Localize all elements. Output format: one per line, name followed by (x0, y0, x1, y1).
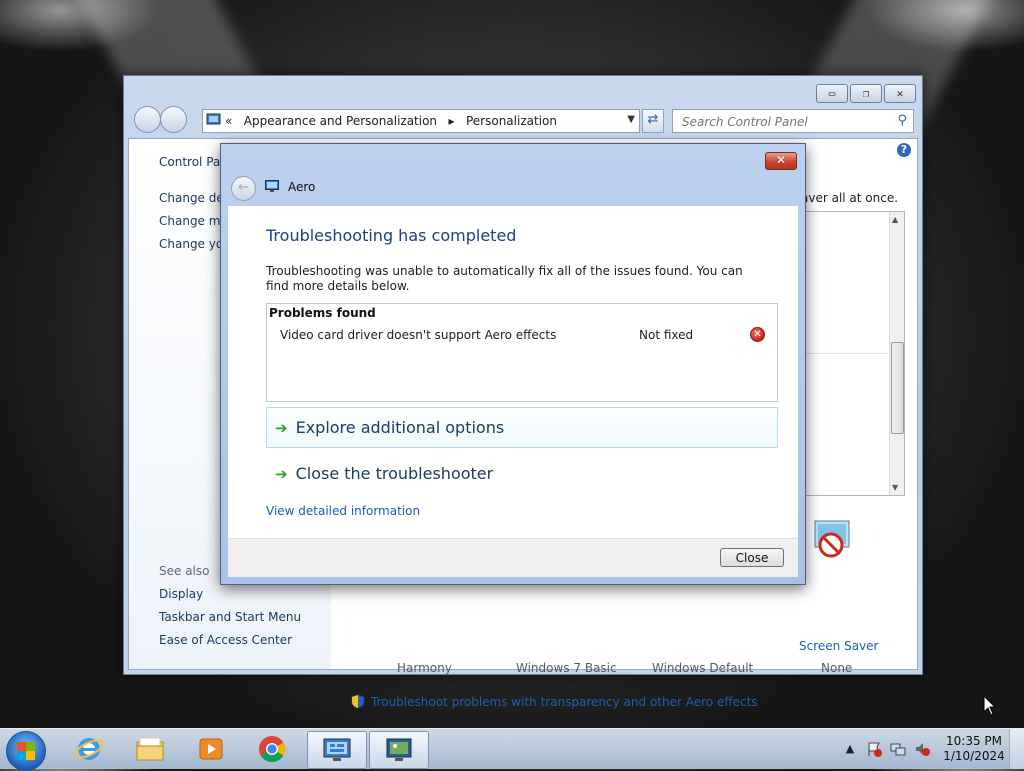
breadcrumb: « Appearance and Personalization ▸ Perso… (225, 114, 557, 128)
chrome-icon (259, 736, 286, 763)
file-explorer-icon (136, 737, 164, 761)
address-dropdown-icon[interactable]: ▼ (627, 114, 635, 125)
view-detailed-information-link[interactable]: View detailed information (266, 504, 420, 518)
taskbar-media-player[interactable] (182, 731, 240, 767)
dialog-close-icon[interactable]: ✕ (765, 152, 797, 170)
dialog-title: Aero (288, 180, 316, 194)
scroll-up-icon[interactable]: ▲ (892, 215, 898, 224)
problem-name: Video card driver doesn't support Aero e… (280, 328, 557, 342)
troubleshooter-icon (265, 180, 279, 192)
network-icon[interactable] (890, 741, 906, 757)
forward-button[interactable] (160, 106, 187, 133)
see-also-header: See also (159, 564, 210, 578)
troubleshoot-aero-label: Troubleshoot problems with transparency … (371, 695, 758, 709)
taskbar-file-explorer[interactable] (121, 731, 179, 767)
clock-time: 10:35 PM (946, 734, 1002, 748)
screen-saver-value: None (821, 661, 853, 675)
scroll-thumb[interactable] (891, 342, 904, 434)
clock[interactable]: 10:35 PM 1/10/2024 (943, 734, 1005, 764)
description-text: aver all at once. (801, 191, 899, 205)
problems-found-header: Problems found (269, 306, 376, 320)
breadcrumb-prefix: « (225, 114, 233, 128)
screen-saver-link[interactable]: Screen Saver (799, 639, 878, 653)
dialog-heading: Troubleshooting has completed (266, 226, 517, 245)
dialog-message: Troubleshooting was unable to automatica… (266, 264, 743, 293)
caption-buttons: ▭ ❐ ✕ (816, 84, 916, 103)
taskbar-internet-explorer[interactable] (60, 731, 118, 767)
back-button[interactable] (134, 106, 161, 133)
start-button[interactable] (6, 731, 46, 771)
taskbar: ▲ 10:35 PM 1/10/2024 (0, 728, 1024, 771)
aero-troubleshooter-dialog: ✕ ← Aero Troubleshooting has completed T… (220, 143, 806, 585)
search-icon[interactable]: ⚲ (897, 113, 907, 128)
maximize-button[interactable]: ❐ (850, 84, 882, 103)
troubleshoot-aero-link[interactable]: Troubleshoot problems with transparency … (351, 694, 758, 709)
control-panel-icon (206, 113, 221, 125)
taskbar-control-panel[interactable] (307, 731, 367, 769)
breadcrumb-personalization[interactable]: Personalization (466, 114, 557, 128)
theme-list-scrollbar[interactable]: ▲ ▼ (889, 212, 904, 495)
refresh-button[interactable]: ⇄ (642, 109, 664, 133)
green-arrow-icon: ➔ (275, 418, 288, 437)
mouse-cursor-icon (983, 695, 997, 716)
minimize-button[interactable]: ▭ (816, 84, 848, 103)
uac-shield-icon (351, 694, 365, 709)
dialog-body: Troubleshooting has completed Troublesho… (228, 206, 798, 538)
explore-additional-options-link[interactable]: ➔ Explore additional options (266, 407, 778, 448)
close-troubleshooter-link[interactable]: ➔ Close the troubleshooter (266, 453, 778, 494)
search-box: ⚲ (672, 109, 914, 133)
problem-status: Not fixed (639, 328, 694, 342)
taskbar-chrome[interactable] (243, 731, 301, 767)
theme-harmony[interactable]: Harmony (397, 661, 452, 675)
error-icon: ✕ (750, 327, 765, 342)
problems-found-box: Problems found Video card driver doesn't… (266, 303, 778, 402)
help-icon[interactable]: ? (897, 143, 911, 157)
breadcrumb-separator: ▸ (448, 114, 455, 128)
scroll-down-icon[interactable]: ▼ (892, 483, 898, 492)
volume-muted-icon[interactable] (914, 741, 930, 757)
media-player-icon (199, 738, 223, 760)
display-link[interactable]: Display (159, 587, 203, 601)
screen-saver-icon[interactable] (811, 519, 855, 563)
ease-of-access-link[interactable]: Ease of Access Center (159, 633, 292, 647)
close-window-button[interactable]: ✕ (884, 84, 916, 103)
address-bar[interactable]: « Appearance and Personalization ▸ Perso… (202, 109, 640, 133)
windows-logo-icon-lower (17, 751, 35, 760)
taskbar-start-menu-link[interactable]: Taskbar and Start Menu (159, 610, 301, 624)
breadcrumb-appearance[interactable]: Appearance and Personalization (244, 114, 437, 128)
theme-list-divider (800, 353, 888, 354)
close-troubleshooter-label: Close the troubleshooter (295, 464, 494, 483)
show-desktop-button[interactable] (1009, 729, 1024, 769)
personalization-icon (386, 738, 412, 761)
search-input[interactable] (680, 114, 884, 130)
show-hidden-icons[interactable]: ▲ (842, 741, 858, 757)
dialog-footer: Close (228, 538, 798, 577)
action-center-flag-icon[interactable] (866, 741, 882, 757)
theme-windows-default[interactable]: Windows Default (652, 661, 753, 675)
dialog-back-button[interactable]: ← (231, 176, 256, 201)
explore-additional-options-label: Explore additional options (295, 418, 505, 437)
control-panel-home-link[interactable]: Control Pan (159, 155, 228, 169)
internet-explorer-icon (74, 738, 104, 760)
taskbar-personalization[interactable] (369, 731, 429, 769)
theme-windows-7-basic[interactable]: Windows 7 Basic (516, 661, 617, 675)
clock-date: 1/10/2024 (943, 749, 1005, 763)
control-panel-icon (323, 738, 351, 761)
change-mouse-pointers-link[interactable]: Change mo (159, 214, 228, 228)
theme-list: ▲ ▼ (799, 211, 905, 496)
close-button[interactable]: Close (720, 548, 784, 567)
green-arrow-icon: ➔ (275, 464, 288, 483)
